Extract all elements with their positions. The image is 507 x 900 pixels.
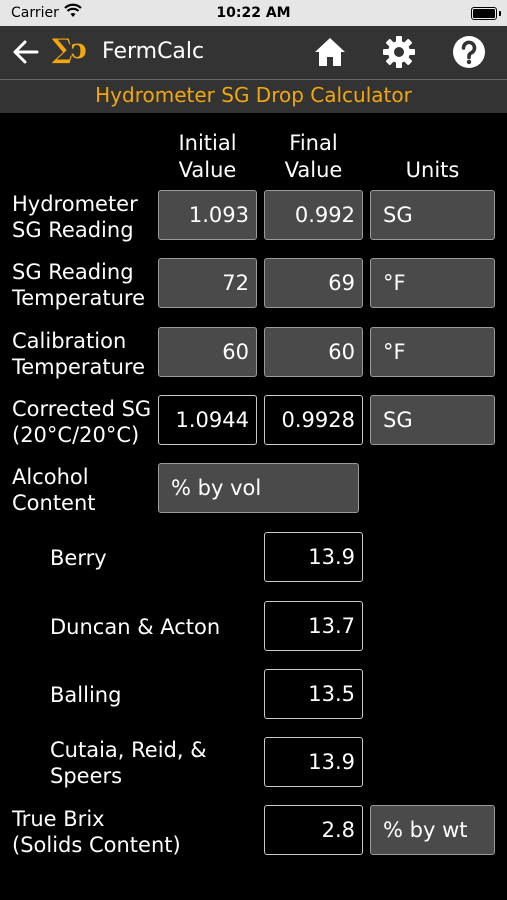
- method-duncan-acton-label: Duncan & Acton: [50, 615, 221, 639]
- home-icon[interactable]: [313, 35, 347, 69]
- status-time: 10:22 AM: [216, 5, 291, 21]
- method-berry-label: Berry: [50, 546, 107, 570]
- hydrometer-sg-label: Hydrometer SG Reading: [12, 192, 138, 242]
- status-bar: Carrier 10:22 AM: [0, 0, 507, 26]
- corrected-sg-label: Corrected SG (20°C/20°C): [12, 397, 152, 447]
- method-balling-value: 13.5: [264, 669, 363, 719]
- method-balling-label: Balling: [50, 683, 122, 707]
- alcohol-units-select[interactable]: % by vol: [158, 463, 359, 513]
- sg-temperature-label: SG Reading Temperature: [12, 260, 146, 310]
- battery-icon: [471, 7, 501, 20]
- method-duncan-acton-value: 13.7: [264, 601, 363, 651]
- header-initial-value: Initial Value: [178, 131, 237, 182]
- method-berry-value: 13.9: [264, 532, 363, 582]
- help-icon[interactable]: [452, 35, 486, 69]
- sg-temperature-final-field[interactable]: 69: [264, 258, 363, 308]
- header-units: Units: [405, 158, 460, 182]
- page-title: Hydrometer SG Drop Calculator: [0, 79, 507, 113]
- hydrometer-sg-final-field[interactable]: 0.992: [264, 190, 363, 240]
- sg-temperature-initial-field[interactable]: 72: [158, 258, 257, 308]
- sg-temperature-units-select[interactable]: °F: [370, 258, 495, 308]
- calibration-temperature-final-field[interactable]: 60: [264, 327, 363, 377]
- calibration-temperature-units-select[interactable]: °F: [370, 327, 495, 377]
- method-cutaia-reid-speers-label: Cutaia, Reid, & Speers: [50, 738, 207, 788]
- gear-icon[interactable]: [382, 35, 416, 69]
- calibration-temperature-initial-field[interactable]: 60: [158, 327, 257, 377]
- true-brix-units-select[interactable]: % by wt: [370, 805, 495, 855]
- header-final-value: Final Value: [284, 131, 343, 182]
- hydrometer-sg-initial-field[interactable]: 1.093: [158, 190, 257, 240]
- method-cutaia-reid-speers-value: 13.9: [264, 737, 363, 787]
- hydrometer-sg-units-select[interactable]: SG: [370, 190, 495, 240]
- back-arrow-icon[interactable]: [11, 37, 41, 67]
- calibration-temperature-label: Calibration Temperature: [12, 329, 146, 379]
- corrected-sg-final-value: 0.9928: [264, 395, 363, 445]
- nav-bar: ∑ↄ FermCalc: [0, 26, 507, 79]
- app-logo: ∑ↄ: [52, 34, 87, 65]
- true-brix-label: True Brix (Solids Content): [12, 807, 181, 857]
- corrected-sg-initial-value: 1.0944: [158, 395, 257, 445]
- true-brix-value: 2.8: [264, 805, 363, 855]
- corrected-sg-units-select[interactable]: SG: [370, 395, 495, 445]
- alcohol-content-label: Alcohol Content: [12, 465, 96, 515]
- app-title: FermCalc: [102, 39, 205, 64]
